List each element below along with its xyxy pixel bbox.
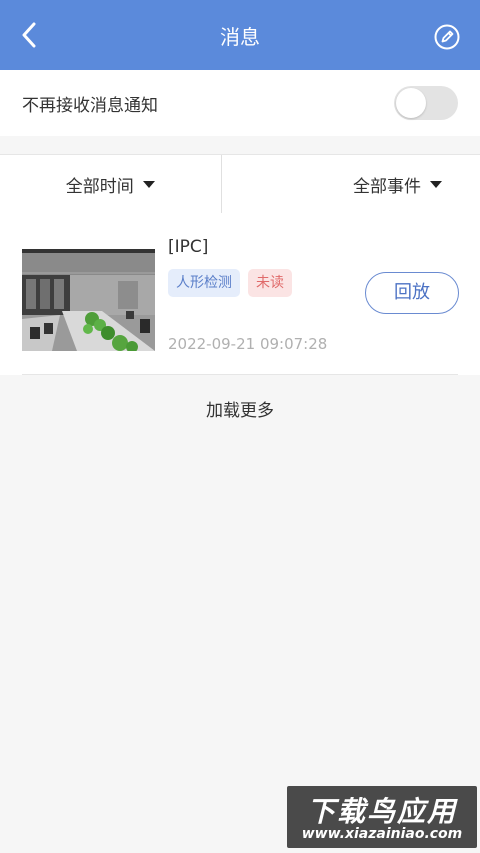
time-filter-dropdown[interactable]: 全部时间 xyxy=(0,155,222,213)
notification-toggle-switch[interactable] xyxy=(394,86,458,120)
app-header: 消息 xyxy=(0,0,480,70)
event-filter-label: 全部事件 xyxy=(353,176,421,197)
replay-button[interactable]: 回放 xyxy=(365,272,459,314)
time-filter-label: 全部时间 xyxy=(65,176,134,197)
event-snapshot-thumbnail[interactable] xyxy=(22,249,155,351)
page-title: 消息 xyxy=(220,24,260,49)
edit-pencil-icon xyxy=(434,24,460,50)
caret-down-icon xyxy=(142,180,155,188)
message-item[interactable]: [IPC] 人形检测 未读 回放 2022-09-21 09:07:28 xyxy=(0,213,480,375)
office-snapshot-image xyxy=(22,249,155,351)
message-page: 消息 不再接收消息通知 全部时间 全部事件 [IPC] 人形检测 未读 回放 2… xyxy=(0,0,480,853)
back-button[interactable] xyxy=(14,20,44,50)
divider xyxy=(22,374,458,375)
watermark-title: 下载鸟应用 xyxy=(306,795,457,828)
unread-status-badge: 未读 xyxy=(248,269,292,297)
camera-name: [IPC] xyxy=(168,237,209,257)
event-filter-dropdown[interactable]: 全部事件 xyxy=(222,155,480,213)
watermark-url: www.xiazainiao.com xyxy=(301,826,463,842)
filter-bar: 全部时间 全部事件 xyxy=(0,154,480,214)
load-more-button[interactable]: 加载更多 xyxy=(0,396,480,421)
message-timestamp: 2022-09-21 09:07:28 xyxy=(168,335,328,353)
caret-down-icon xyxy=(430,180,442,188)
edit-button[interactable] xyxy=(434,24,460,50)
notification-toggle-label: 不再接收消息通知 xyxy=(22,95,158,116)
event-type-badge: 人形检测 xyxy=(168,269,240,297)
notification-toggle-row: 不再接收消息通知 xyxy=(0,70,480,136)
chevron-left-icon xyxy=(22,22,36,48)
toggle-knob xyxy=(396,88,426,118)
watermark-logo: 下载鸟应用 www.xiazainiao.com xyxy=(287,786,477,848)
